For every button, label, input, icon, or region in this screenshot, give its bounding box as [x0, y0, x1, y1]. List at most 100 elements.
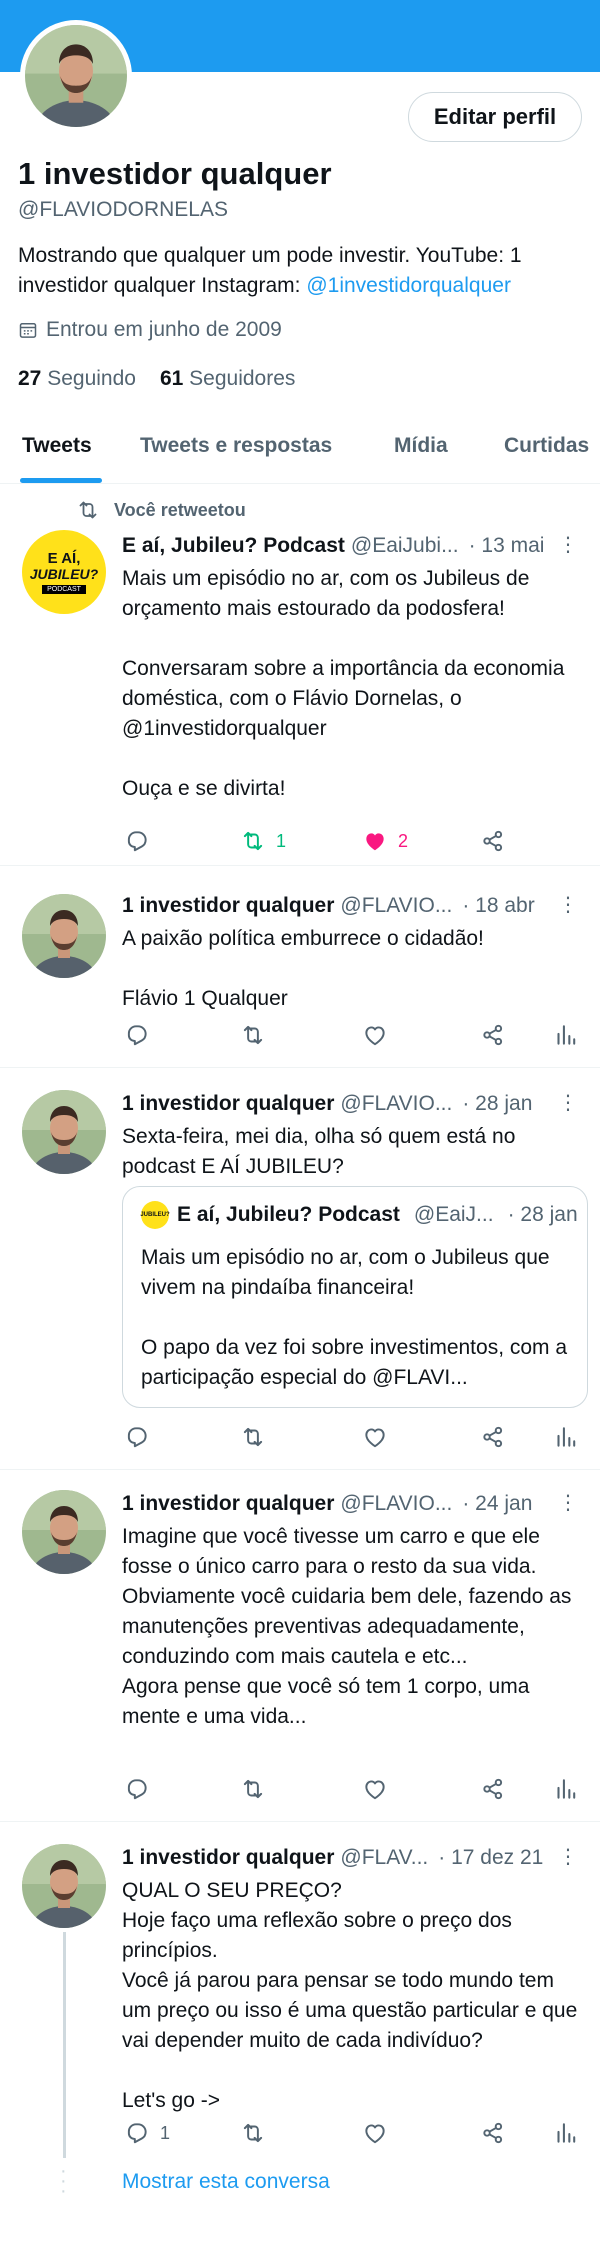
retweet-button[interactable]: 1 — [240, 828, 286, 854]
tweet-author-name[interactable]: 1 investidor qualquer — [122, 1092, 334, 1116]
quote-avatar: JUBILEU? — [140, 1201, 170, 1229]
tweet-item[interactable]: 1 investidor qualquer @FLAVIO... · 28 ja… — [0, 1068, 600, 1470]
stats-icon — [552, 1022, 578, 1048]
retweet-button[interactable] — [240, 1022, 266, 1048]
tweet-text: Sexta-feira, mei dia, olha só quem está … — [122, 1125, 516, 1178]
heart-icon — [362, 1776, 388, 1802]
reply-button[interactable] — [124, 1424, 150, 1450]
retweet-icon — [240, 1424, 266, 1450]
tweet-item[interactable]: 1 investidor qualquer @FLAVIO... · 18 ab… — [0, 866, 600, 1068]
tweet-author-name[interactable]: 1 investidor qualquer — [122, 1846, 334, 1870]
like-button[interactable] — [362, 2120, 388, 2146]
reply-icon — [124, 1424, 150, 1450]
tweet-header: 1 investidor qualquer @FLAVIO... · 28 ja… — [122, 1092, 582, 1116]
tab-media[interactable]: Mídia — [394, 434, 448, 458]
tweet-avatar[interactable] — [22, 1490, 106, 1574]
retweet-button[interactable] — [240, 1424, 266, 1450]
tweet-text: Imagine que você tivesse um carro e que … — [122, 1525, 572, 1728]
followers-link[interactable]: 61 Seguidores — [160, 367, 295, 391]
like-button[interactable] — [362, 1022, 388, 1048]
retweet-icon — [240, 2120, 266, 2146]
show-conversation-link[interactable]: Mostrar esta conversa — [122, 2170, 330, 2194]
tweet-author-handle: @FLAVIO... — [340, 1092, 453, 1115]
more-options-icon[interactable]: ⋮ — [558, 1490, 578, 1515]
quoted-tweet[interactable]: JUBILEU? E aí, Jubileu? Podcast @EaiJ...… — [122, 1186, 588, 1408]
profile-handle: @FLAVIODORNELAS — [18, 198, 228, 221]
following-link[interactable]: 27 Seguindo — [18, 367, 136, 391]
share-button[interactable] — [480, 828, 506, 854]
heart-icon — [362, 1022, 388, 1048]
profile-stats: 27 Seguindo 61 Seguidores — [18, 367, 295, 391]
retweet-icon — [240, 1776, 266, 1802]
active-tab-indicator — [20, 478, 102, 483]
share-button[interactable] — [480, 2120, 506, 2146]
analytics-button[interactable] — [552, 1022, 578, 1048]
analytics-button[interactable] — [552, 1776, 578, 1802]
tweet-date[interactable]: · 17 dez 21 — [438, 1846, 543, 1870]
retweet-icon — [240, 828, 266, 854]
retweet-count: 1 — [276, 830, 287, 851]
tweet-actions: 1 — [122, 2120, 582, 2150]
retweet-icon — [240, 1022, 266, 1048]
podcast-logo-line3: PODCAST — [42, 584, 86, 594]
tweet-date[interactable]: · 18 abr — [462, 894, 534, 918]
bio-instagram-link[interactable]: @1investidorqualquer — [306, 274, 511, 297]
joined-text: Entrou em junho de 2009 — [46, 318, 282, 341]
reply-button[interactable] — [124, 828, 150, 854]
tweet-author-name[interactable]: 1 investidor qualquer — [122, 1492, 334, 1516]
more-options-icon[interactable]: ⋮ — [558, 532, 578, 557]
tweet-text: QUAL O SEU PREÇO? Hoje faço uma reflexão… — [122, 1879, 578, 2112]
profile-bio: Mostrando que qualquer um pode investir.… — [18, 241, 578, 301]
more-options-icon[interactable]: ⋮ — [558, 1844, 578, 1869]
tweet-author-handle: @FLAVIO... — [340, 894, 453, 917]
more-options-icon[interactable]: ⋮ — [558, 892, 578, 917]
quote-author-handle: @EaiJ... — [413, 1203, 494, 1226]
tweet-date[interactable]: · 24 jan — [462, 1492, 532, 1516]
quote-date: · 28 jan — [507, 1203, 578, 1226]
quote-header: JUBILEU? E aí, Jubileu? Podcast @EaiJ...… — [140, 1201, 578, 1229]
tweet-actions — [122, 1776, 582, 1806]
profile-avatar[interactable] — [20, 20, 132, 132]
reply-count: 1 — [160, 2122, 171, 2143]
tweet-author-name[interactable]: E aí, Jubileu? Podcast — [122, 534, 345, 558]
retweet-button[interactable] — [240, 1776, 266, 1802]
tweet-actions — [122, 1424, 582, 1454]
like-button[interactable] — [362, 1776, 388, 1802]
analytics-button[interactable] — [552, 2120, 578, 2146]
profile-tabs: Tweets Tweets e respostas Mídia Curtidas — [0, 420, 600, 484]
tweet-avatar[interactable] — [22, 894, 106, 978]
reply-icon — [124, 1776, 150, 1802]
tweet-item[interactable]: E AÍ, JUBILEU? PODCAST E aí, Jubileu? Po… — [0, 484, 600, 866]
tweet-item[interactable]: 1 investidor qualquer @FLAVIO... · 24 ja… — [0, 1470, 600, 1822]
reply-button[interactable]: 1 — [124, 2120, 170, 2146]
share-button[interactable] — [480, 1022, 506, 1048]
more-options-icon[interactable]: ⋮ — [558, 1090, 578, 1115]
share-button[interactable] — [480, 1424, 506, 1450]
like-button[interactable] — [362, 1424, 388, 1450]
tab-tweets[interactable]: Tweets — [22, 434, 92, 458]
tweet-avatar[interactable] — [22, 1090, 106, 1174]
tweet-actions: 1 2 — [122, 828, 582, 858]
share-button[interactable] — [480, 1776, 506, 1802]
retweet-button[interactable] — [240, 2120, 266, 2146]
tweet-date[interactable]: · 13 mai — [469, 534, 545, 558]
tweet-text: A paixão política emburrece o cidadão! F… — [122, 927, 484, 1010]
share-icon — [480, 1424, 506, 1450]
tweet-avatar[interactable] — [22, 1844, 106, 1928]
share-icon — [480, 1776, 506, 1802]
podcast-logo-line1: E AÍ, — [47, 549, 81, 567]
tweet-author-handle: @FLAVIO... — [340, 1492, 453, 1515]
podcast-avatar[interactable]: E AÍ, JUBILEU? PODCAST — [22, 530, 106, 614]
analytics-button[interactable] — [552, 1424, 578, 1450]
reply-icon — [124, 1022, 150, 1048]
tab-likes[interactable]: Curtidas — [504, 434, 589, 458]
tweet-author-name[interactable]: 1 investidor qualquer — [122, 894, 334, 918]
like-button[interactable]: 2 — [362, 828, 408, 854]
tweet-date[interactable]: · 28 jan — [462, 1092, 532, 1116]
tab-tweets-replies[interactable]: Tweets e respostas — [140, 434, 332, 458]
reply-button[interactable] — [124, 1022, 150, 1048]
share-icon — [480, 1022, 506, 1048]
edit-profile-button[interactable]: Editar perfil — [408, 92, 582, 142]
reply-button[interactable] — [124, 1776, 150, 1802]
tweet-author-handle: @FLAV... — [340, 1846, 429, 1869]
